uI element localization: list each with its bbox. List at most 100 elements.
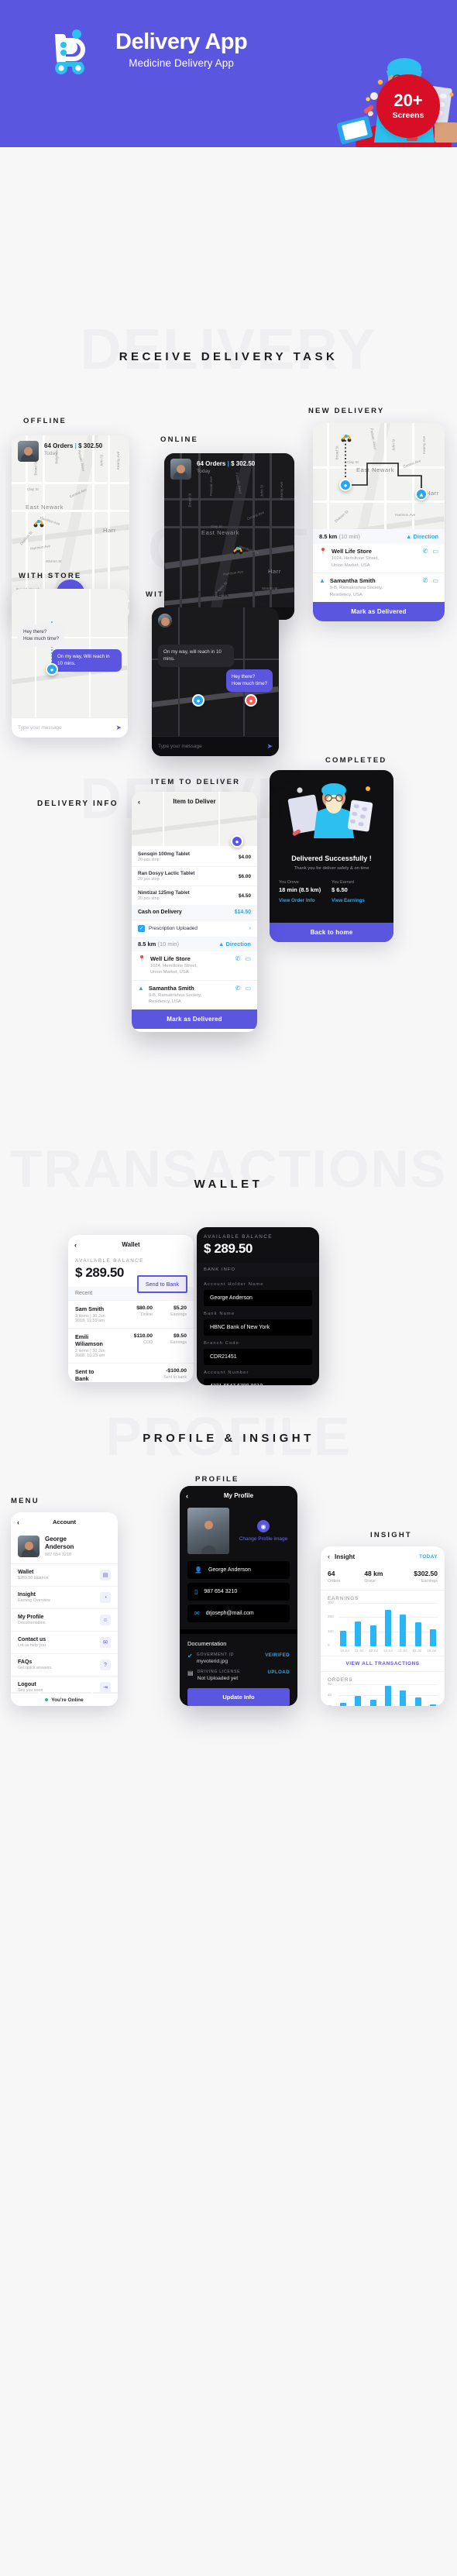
menu-user-block[interactable]: George Anderson 987 654 3210	[11, 1531, 118, 1564]
branch-code-field[interactable]: CDR21451	[204, 1349, 312, 1365]
back-icon[interactable]: ‹	[186, 1492, 188, 1500]
screen-title: My Profile	[223, 1492, 254, 1499]
bank-name-field[interactable]: HBNC Bank of New York	[204, 1319, 312, 1336]
menu-item-label: FAQs	[18, 1659, 33, 1665]
send-icon[interactable]: ➤	[266, 742, 273, 751]
phone-profile[interactable]: ‹ My Profile ◉ Change Profile image 👤 Ge…	[180, 1486, 297, 1706]
menu-item-label: Contact us	[18, 1637, 46, 1642]
email-field[interactable]: ✉ drjoseph@mail.com	[187, 1604, 290, 1622]
message-icon[interactable]: ▭	[245, 985, 251, 992]
customer-row[interactable]: ▲ Samantha Smith 9-B, Ramakrishna Societ…	[313, 573, 445, 602]
upload-link[interactable]: UPLOAD	[267, 1670, 290, 1675]
back-icon[interactable]: ‹	[74, 1241, 77, 1249]
phone-completed[interactable]: Delivered Successfully ! Thank you for d…	[270, 770, 393, 942]
duration-value: (10 min)	[157, 941, 179, 948]
screen-title: Wallet	[122, 1241, 140, 1248]
period-selector[interactable]: TODAY	[419, 1554, 438, 1560]
phone-send-to-bank[interactable]: AVAILABLE BALANCE $ 289.50 BANK INFO Acc…	[197, 1227, 319, 1385]
total-label: Cash on Delivery	[138, 910, 182, 915]
map-area-label: East Newark	[201, 529, 240, 536]
customer-location-pin-icon: ▲	[415, 488, 428, 500]
customer-row[interactable]: ▲ Samantha Smith 9-B, Ramakrishna Societ…	[132, 979, 257, 1009]
call-icon[interactable]: ✆	[423, 548, 428, 555]
phone-menu[interactable]: ‹ Account George Anderson 987 654 3210 W…	[11, 1512, 118, 1706]
menu-item-insight[interactable]: Insight Earning Overview ◔	[11, 1587, 118, 1609]
stat-value: $302.50	[414, 1570, 438, 1577]
user-phone: 987 654 3210	[45, 1553, 72, 1557]
table-row[interactable]: Sam Smith 3 items | 30 Jun 2018, 11:59 a…	[68, 1300, 194, 1328]
message-icon[interactable]: ▭	[432, 548, 438, 555]
section-receive-delivery: DELIVERY RECEIVE DELIVERY TASK OFFLINE N…	[0, 147, 457, 621]
map-label-street: Warren St	[46, 559, 62, 563]
account-holder-field[interactable]: George Anderson	[204, 1290, 312, 1306]
menu-item-sub: Let us help you	[18, 1643, 46, 1648]
phone-field[interactable]: ▯ 987 654 3210	[187, 1583, 290, 1601]
camera-icon[interactable]: ◉	[257, 1520, 270, 1532]
phone-insight[interactable]: ‹ Insight TODAY 64 Orders 48 km Drove $3…	[321, 1546, 445, 1706]
mail-icon: ✉	[194, 1610, 200, 1617]
menu-item-my-profile[interactable]: My Profile Documentation ☺	[11, 1609, 118, 1632]
call-icon[interactable]: ✆	[235, 985, 241, 992]
check-icon: ✓	[138, 925, 145, 932]
profile-icon: ☺	[100, 1615, 111, 1625]
table-row[interactable]: Sent to Bank 29 Jun 2018, 09:12 am -$100…	[68, 1363, 194, 1382]
phone-chat-customer[interactable]: ● ● Samantha Smith Customer ✆ On my way,…	[152, 607, 279, 756]
menu-item-contact-us[interactable]: Contact us Let us help you ✉	[11, 1632, 118, 1654]
call-icon[interactable]: ✆	[423, 577, 428, 584]
prescription-row[interactable]: ✓ Prescription Uploaded ›	[132, 920, 257, 937]
send-balance-block: AVAILABLE BALANCE $ 289.50	[197, 1227, 319, 1263]
phone-new-delivery[interactable]: East Newark Harr Passaic River Broad St …	[313, 423, 445, 621]
table-row[interactable]: Emili Wiliamson 2 items | 30 Jun 2018, 1…	[68, 1328, 194, 1363]
back-icon[interactable]: ‹	[138, 798, 140, 806]
mark-as-delivered-button[interactable]: Mark as Delivered	[313, 602, 445, 621]
field-label: Account Number	[204, 1371, 249, 1375]
view-order-info-link[interactable]: View Order Info	[279, 898, 332, 903]
chevron-right-icon[interactable]: ›	[249, 926, 251, 931]
menu-item-faqs[interactable]: FAQs Get quick answers ?	[11, 1654, 118, 1677]
label-new-delivery: NEW DELIVERY	[308, 407, 385, 415]
chart-y-tick: 100	[328, 1628, 334, 1633]
section-title-delivery: RECEIVE DELIVERY TASK	[119, 350, 338, 363]
account-number-field[interactable]: 4321 6547 6789 8910	[204, 1378, 312, 1385]
chat-input-customer[interactable]: Type your message ➤	[152, 736, 279, 756]
chart-y-tick: 0	[328, 1643, 330, 1647]
store-row[interactable]: 📍 Well Life Store 1024, Hemiltone Street…	[313, 544, 445, 573]
direction-button[interactable]: ▲ Direction	[218, 941, 251, 948]
document-row-government-id[interactable]: ✔ GOVERMENT ID myvoterid.jpg VEIRIFED	[187, 1653, 290, 1664]
chart-plot-area: 300 200 100 0	[328, 1601, 438, 1647]
update-info-button[interactable]: Update Info	[187, 1688, 290, 1706]
send-icon[interactable]: ➤	[115, 724, 122, 732]
document-row-driving-license[interactable]: ▤ DRIVING LICENSE Not Uploaded yet UPLOA…	[187, 1670, 290, 1681]
back-to-home-button[interactable]: Back to home	[270, 923, 393, 942]
chat-input-store[interactable]: Type your message ➤	[12, 717, 128, 738]
message-icon[interactable]: ▭	[432, 577, 438, 584]
item-price: $4.50	[239, 892, 251, 899]
phone-item-to-deliver[interactable]: ‹ Item to Deliver ● Sensqin 100mg Tablet…	[132, 792, 257, 1032]
chart-bar	[414, 1697, 421, 1706]
insight-stats: 64 Orders 48 km Drove $302.50 Earnings	[321, 1565, 445, 1591]
view-earnings-link[interactable]: View Earnings	[332, 898, 384, 903]
phone-wallet[interactable]: ‹ Wallet AVAILABLE BALANCE $ 289.50 Send…	[68, 1235, 194, 1382]
earned-value: $ 6.50	[332, 886, 348, 894]
call-icon[interactable]: ✆	[235, 955, 241, 962]
phone-chat-store[interactable]: ● 📍 Well Life Store ✆ Hey there? How muc…	[12, 589, 128, 738]
label-offline: OFFLINE	[23, 417, 67, 425]
store-row[interactable]: 📍 Well Life Store 1024, Hemiltone Street…	[132, 951, 257, 980]
menu-item-sub: $289.50 balance	[18, 1576, 49, 1580]
chart-bars	[340, 1603, 436, 1646]
back-icon[interactable]: ‹	[17, 1518, 19, 1526]
completed-hero: Delivered Successfully ! Thank you for d…	[270, 770, 393, 872]
faq-icon: ?	[100, 1659, 111, 1670]
send-to-bank-button[interactable]: Send to Bank	[136, 1275, 187, 1293]
view-all-transactions-link[interactable]: VIEW ALL TRANSACTIONS	[321, 1656, 445, 1672]
person-icon: 👤	[194, 1567, 202, 1573]
ui-kit-page: Delivery App Medicine Delivery App 20+ S…	[0, 0, 457, 1720]
back-icon[interactable]: ‹	[328, 1553, 330, 1560]
message-icon[interactable]: ▭	[245, 955, 251, 962]
change-profile-image-link[interactable]: Change Profile image	[237, 1536, 290, 1542]
mark-as-delivered-button[interactable]: Mark as Delivered	[132, 1009, 257, 1029]
direction-button[interactable]: ▲ Direction	[406, 533, 438, 540]
menu-item-wallet[interactable]: Wallet $289.50 balance ▤	[11, 1564, 118, 1587]
tx-kind: COD	[143, 1340, 153, 1345]
name-field[interactable]: 👤 George Anderson	[187, 1561, 290, 1579]
